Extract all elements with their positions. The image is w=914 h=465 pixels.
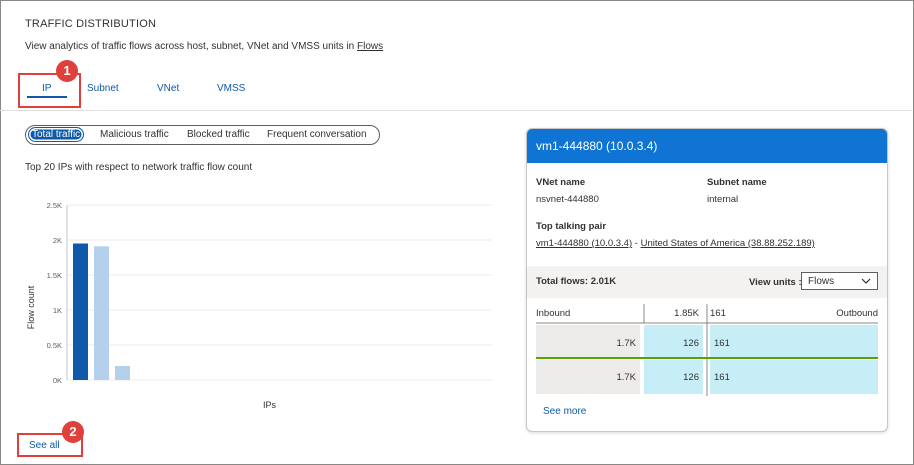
y-tick-label: 2.5K [47,201,62,210]
tab-bar [0,80,912,111]
inbound-all-1: 1.7K [616,338,636,349]
subnet-name-label: Subnet name [707,177,767,188]
inbound-label: Inbound [536,308,570,319]
inbound-flows-2: 126 [683,372,699,383]
callout-badge-1: 1 [56,60,78,82]
inbound-total: 1.85K [674,308,699,319]
y-axis-label: Flow count [26,285,36,329]
flows-link[interactable]: Flows [357,41,383,52]
outbound-label: Outbound [836,308,878,319]
outbound-flows-2: 161 [714,372,730,383]
see-more-link[interactable]: See more [543,406,586,417]
pair-destination-link[interactable]: United States of America (38.88.252.189) [641,238,815,249]
x-axis-label: IPs [263,400,277,410]
view-units-label: View units : [749,277,802,288]
y-tick-label: 2K [53,236,62,245]
subtitle-text: View analytics of traffic flows across h… [25,41,355,52]
top-talking-pair-label: Top talking pair [536,221,607,232]
vnet-name-value: nsvnet-444880 [536,194,599,205]
vnet-name-label: VNet name [536,177,586,188]
ip-detail-card: vm1-444880 (10.0.3.4) VNet name nsvnet-4… [526,128,888,432]
outbound-flows-1: 161 [714,338,730,349]
outbound-flow-bar-2 [710,360,878,394]
filter-frequent-conversation[interactable]: Frequent conversation [267,128,367,141]
pair-source-link[interactable]: vm1-444880 (10.0.3.4) [536,238,632,249]
pair-separator: - [632,238,641,249]
total-flows: Total flows: 2.01K [536,276,617,287]
flow-breakdown-table: Inbound 1.85K 161 Outbound 1.7K 126 161 … [536,304,878,396]
top-talking-pair: vm1-444880 (10.0.3.4) - United States of… [536,238,815,249]
card-title: vm1-444880 (10.0.3.4) [527,129,887,163]
filter-malicious-traffic[interactable]: Malicious traffic [100,128,169,141]
view-units-dropdown[interactable]: Flows [801,272,878,290]
section-subtitle: View analytics of traffic flows across h… [25,41,383,52]
y-tick-label: 0.5K [47,341,62,350]
inbound-all-2: 1.7K [616,372,636,383]
chart-bar [115,366,130,380]
y-tick-label: 1K [53,306,62,315]
filter-blocked-traffic[interactable]: Blocked traffic [187,128,250,141]
view-units-value: Flows [808,276,835,287]
outbound-flow-bar-1 [710,325,878,357]
chevron-down-icon [861,278,871,284]
chart-bar [94,246,109,380]
chart-caption: Top 20 IPs with respect to network traff… [25,162,253,173]
inbound-flows-1: 126 [683,338,699,349]
y-tick-label: 1.5K [47,271,62,280]
filter-total-traffic[interactable]: Total traffic [27,127,85,142]
tab-subnet[interactable]: Subnet [87,83,119,94]
tab-vmss[interactable]: VMSS [217,83,245,94]
flow-count-chart: 0K 0.5K 1K 1.5K 2K 2.5K IPs Flow count [26,201,492,410]
callout-badge-2: 2 [62,421,84,443]
subnet-name-value: internal [707,194,739,205]
chart-bar [73,243,88,380]
section-title: TRAFFIC DISTRIBUTION [25,18,157,30]
tab-vnet[interactable]: VNet [157,83,179,94]
outbound-total: 161 [710,308,726,319]
y-tick-label: 0K [53,376,62,385]
